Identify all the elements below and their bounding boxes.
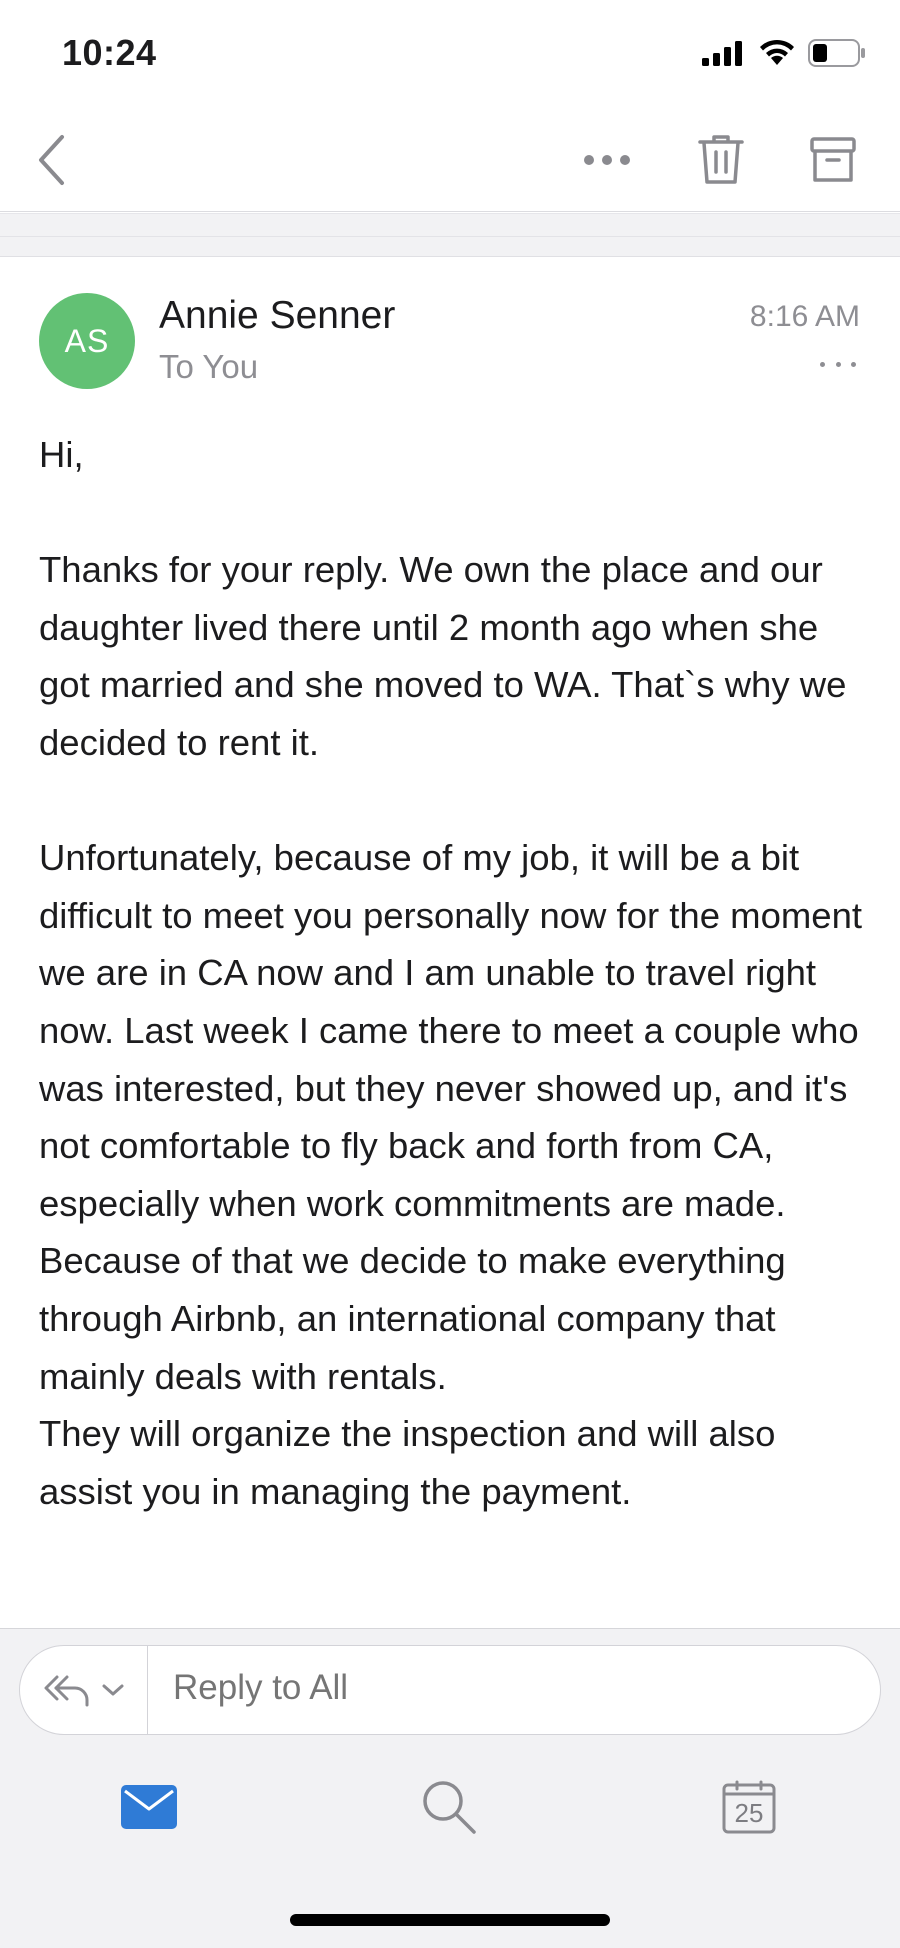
more-options-button[interactable] [577,130,637,190]
body-paragraph: They will organize the inspection and wi… [39,1413,776,1512]
calendar-icon: 25 [722,1780,776,1834]
mail-icon [121,1785,177,1829]
avatar[interactable]: AS [39,293,135,389]
more-horizontal-icon [584,155,630,165]
delete-button[interactable] [691,130,751,190]
tab-bar: 25 [0,1749,900,1859]
message-body: Hi, Thanks for your reply. We own the pl… [39,426,869,1520]
reply-input[interactable] [173,1668,773,1708]
bottom-panel: 25 [0,1628,900,1948]
body-paragraph: Thanks for your reply. We own the place … [39,549,847,763]
status-time: 10:24 [62,32,157,73]
archive-button[interactable] [803,130,863,190]
battery-icon [808,38,866,72]
tab-calendar[interactable]: 25 [709,1767,789,1847]
home-indicator[interactable] [290,1914,610,1926]
recipient-line[interactable]: To You [159,348,258,386]
chevron-down-icon [102,1684,123,1696]
dot [820,361,825,367]
archive-icon [810,137,856,182]
calendar-day: 25 [734,1798,764,1828]
dot [835,361,841,367]
back-button[interactable] [22,130,82,190]
tab-mail[interactable] [109,1767,189,1847]
email-message: AS Annie Senner To You 8:16 AM Hi, Thank… [0,258,900,1628]
reply-all-icon [44,1675,88,1707]
reply-mode-selector[interactable] [20,1646,148,1734]
wifi-icon [758,39,796,72]
message-toolbar [0,110,900,212]
body-paragraph: Unfortunately, because of my job, it wil… [39,837,863,1397]
sender-name[interactable]: Annie Senner [159,294,395,338]
dot [851,361,856,367]
search-icon [423,1781,476,1834]
status-icons [702,38,866,72]
greeting: Hi, [39,434,84,475]
message-time: 8:16 AM [749,300,860,333]
chevron-left-icon [39,135,64,185]
reply-bar [19,1645,881,1735]
thread-separator [0,213,900,257]
status-bar: 10:24 [0,0,900,110]
divider [0,236,900,237]
tab-search[interactable] [409,1767,489,1847]
trash-icon [698,135,744,184]
cellular-signal-icon [702,40,746,71]
message-more-button[interactable] [820,354,856,374]
